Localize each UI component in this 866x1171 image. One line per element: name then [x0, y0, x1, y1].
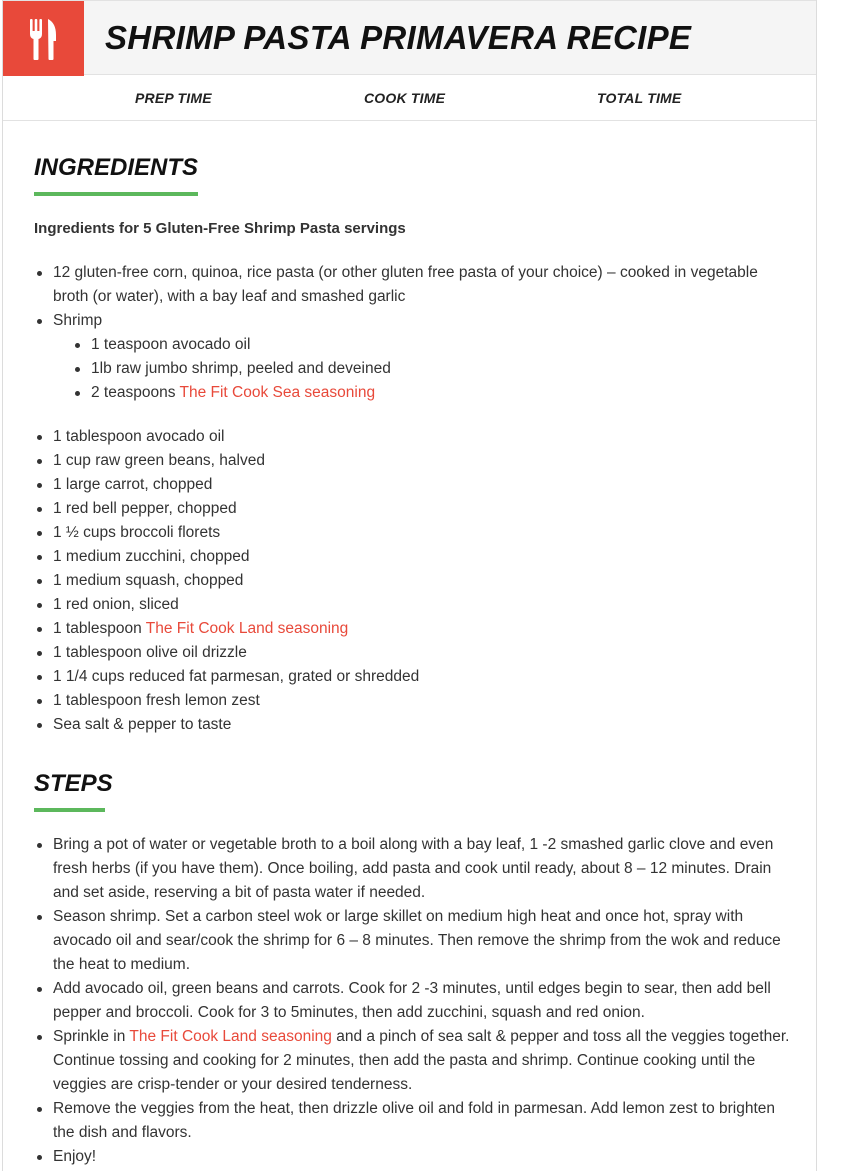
list-item: 1 medium zucchini, chopped	[34, 545, 794, 569]
land-seasoning-link[interactable]: The Fit Cook Land seasoning	[146, 620, 348, 637]
recipe-icon-box	[3, 1, 84, 76]
list-item: 1 red onion, sliced	[34, 593, 794, 617]
recipe-card: SHRIMP PASTA PRIMAVERA RECIPE PREP TIME …	[2, 0, 817, 1171]
list-item: Season shrimp. Set a carbon steel wok or…	[34, 905, 794, 977]
recipe-times-bar: PREP TIME COOK TIME TOTAL TIME	[3, 75, 816, 121]
ingredients-list: 12 gluten-free corn, quinoa, rice pasta …	[34, 261, 794, 737]
list-item: 1 tablespoon avocado oil	[34, 425, 794, 449]
list-item: Enjoy!	[34, 1145, 794, 1169]
list-item: 12 gluten-free corn, quinoa, rice pasta …	[34, 261, 794, 309]
shrimp-label: Shrimp	[53, 312, 103, 329]
item-text: 2 teaspoons	[91, 384, 180, 401]
recipe-title: SHRIMP PASTA PRIMAVERA RECIPE	[105, 19, 692, 56]
list-item: Sprinkle in The Fit Cook Land seasoning …	[34, 1025, 794, 1097]
list-item: 2 teaspoons The Fit Cook Sea seasoning	[72, 381, 794, 405]
land-seasoning-link[interactable]: The Fit Cook Land seasoning	[129, 1028, 331, 1045]
list-item: Add avocado oil, green beans and carrots…	[34, 977, 794, 1025]
steps-heading: STEPS	[34, 770, 113, 797]
list-item: Bring a pot of water or vegetable broth …	[34, 833, 794, 905]
fork-knife-icon	[29, 18, 56, 60]
list-item: 1 cup raw green beans, halved	[34, 449, 794, 473]
list-item: 1 tablespoon olive oil drizzle	[34, 641, 794, 665]
recipe-header: SHRIMP PASTA PRIMAVERA RECIPE	[3, 0, 816, 76]
list-item: 1 red bell pepper, chopped	[34, 497, 794, 521]
shrimp-sublist: 1 teaspoon avocado oil 1lb raw jumbo shr…	[53, 333, 794, 405]
list-item: Shrimp 1 teaspoon avocado oil 1lb raw ju…	[34, 309, 794, 425]
sea-seasoning-link[interactable]: The Fit Cook Sea seasoning	[179, 384, 375, 401]
ingredients-heading: INGREDIENTS	[34, 154, 199, 181]
ingredients-underline	[34, 192, 198, 196]
prep-time-label: PREP TIME	[135, 90, 212, 106]
list-item: 1 medium squash, chopped	[34, 569, 794, 593]
list-item: 1 large carrot, chopped	[34, 473, 794, 497]
total-time-label: TOTAL TIME	[597, 90, 682, 106]
steps-underline	[34, 808, 105, 812]
list-item: 1 ½ cups broccoli florets	[34, 521, 794, 545]
list-item: 1 1/4 cups reduced fat parmesan, grated …	[34, 665, 794, 689]
list-item: Remove the veggies from the heat, then d…	[34, 1097, 794, 1145]
steps-list: Bring a pot of water or vegetable broth …	[34, 833, 794, 1169]
list-item: Sea salt & pepper to taste	[34, 713, 794, 737]
cook-time-label: COOK TIME	[364, 90, 446, 106]
list-item: 1 teaspoon avocado oil	[72, 333, 794, 357]
ingredients-subhead: Ingredients for 5 Gluten-Free Shrimp Pas…	[34, 220, 406, 237]
list-item: 1lb raw jumbo shrimp, peeled and deveine…	[72, 357, 794, 381]
list-item: 1 tablespoon fresh lemon zest	[34, 689, 794, 713]
item-text: Sprinkle in	[53, 1028, 130, 1045]
item-text: 1 tablespoon	[53, 620, 146, 637]
list-item: 1 tablespoon The Fit Cook Land seasoning	[34, 617, 794, 641]
